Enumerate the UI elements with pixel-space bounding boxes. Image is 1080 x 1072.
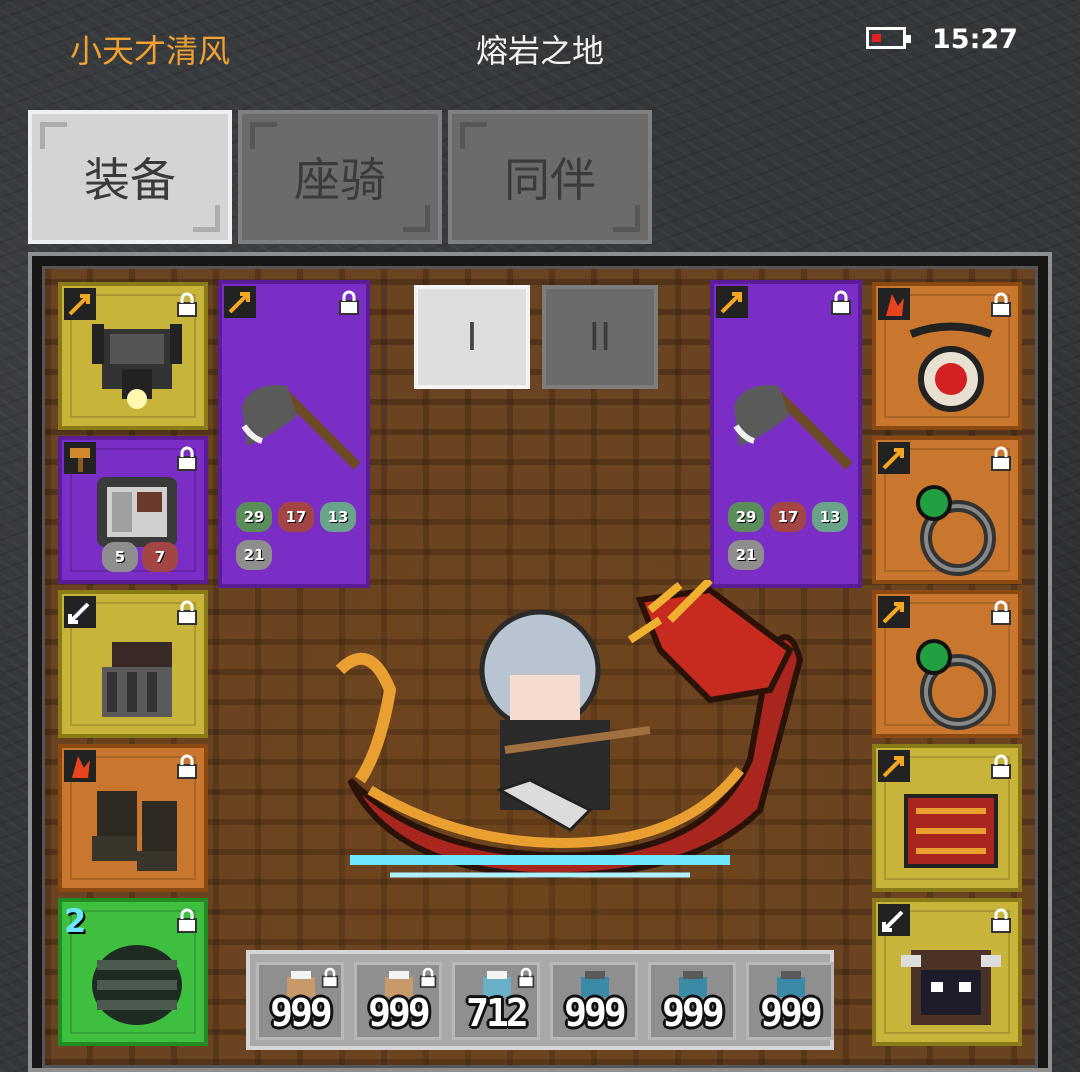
gem-badge: 17 <box>770 502 806 532</box>
cape-icon <box>904 794 998 868</box>
tab-mount[interactable]: 座骑 <box>238 110 442 244</box>
gem-badge: 21 <box>728 540 764 570</box>
gem-badge: 13 <box>812 502 848 532</box>
upgrade-arrow-icon <box>224 286 256 318</box>
slot-pet[interactable] <box>872 898 1022 1046</box>
tab-companion[interactable]: 同伴 <box>448 110 652 244</box>
slot-ring-1[interactable] <box>872 436 1022 584</box>
lock-icon <box>321 967 339 988</box>
consumable-slot[interactable]: 999 <box>746 962 834 1040</box>
ring-icon <box>916 639 996 730</box>
belt-icon <box>92 945 182 1025</box>
gem-badge: 13 <box>320 502 356 532</box>
page-label: II <box>588 315 612 359</box>
consumable-quantity: 999 <box>368 991 431 1035</box>
map-name: 熔岩之地 <box>475 32 604 70</box>
clock: 15:27 <box>932 24 1018 55</box>
slot-ring-2[interactable] <box>872 590 1022 738</box>
page-label: I <box>466 315 478 359</box>
consumable-slot[interactable]: 999 <box>550 962 638 1040</box>
consumable-slot[interactable]: 999 <box>354 962 442 1040</box>
gem-badge: 17 <box>278 502 314 532</box>
tab-label: 同伴 <box>504 153 596 207</box>
status-bar: 小天才清风 熔岩之地 15:27 <box>0 0 1080 95</box>
consumable-slot[interactable]: 999 <box>648 962 736 1040</box>
consumable-quantity: 999 <box>270 991 333 1035</box>
tab-equipment[interactable]: 装备 <box>28 110 232 244</box>
helmet-icon <box>92 324 182 409</box>
slot-boots[interactable] <box>58 744 208 892</box>
slot-gloves[interactable] <box>58 590 208 738</box>
weapon-page-2-button[interactable]: II <box>542 285 658 389</box>
battery-icon <box>866 27 911 49</box>
consumable-quantity: 999 <box>564 991 627 1035</box>
axe-icon <box>241 385 361 470</box>
consumable-quantity: 999 <box>662 991 725 1035</box>
boots-icon <box>92 791 177 871</box>
gem-badge: 7 <box>142 542 178 572</box>
slot-cape[interactable] <box>872 744 1022 892</box>
slot-amulet[interactable] <box>872 282 1022 430</box>
tab-label: 座骑 <box>294 153 386 207</box>
consumable-quantity: 712 <box>466 991 529 1035</box>
ring-icon <box>916 485 996 576</box>
consumable-slot[interactable]: 712 <box>452 962 540 1040</box>
weapon-page-1-button[interactable]: I <box>414 285 530 389</box>
consumable-slot[interactable]: 999 <box>256 962 344 1040</box>
lock-icon <box>517 967 535 988</box>
lock-icon <box>419 967 437 988</box>
gem-badge: 29 <box>236 502 272 532</box>
axe-icon <box>733 385 853 470</box>
gem-badge: 5 <box>102 542 138 572</box>
gem-badge: 29 <box>728 502 764 532</box>
gem-badge: 21 <box>236 540 272 570</box>
slot-main-weapon[interactable]: 29 17 13 21 <box>218 280 370 588</box>
slot-belt[interactable]: 2 <box>58 898 208 1046</box>
lock-icon <box>338 290 360 316</box>
slot-off-weapon[interactable]: 29 17 13 21 <box>710 280 862 588</box>
tab-label: 装备 <box>84 153 176 207</box>
slot-helmet[interactable] <box>58 282 208 430</box>
pet-icon <box>901 950 1001 1025</box>
consumable-quantity: 999 <box>760 991 823 1035</box>
gauntlet-icon <box>102 642 172 717</box>
hero-on-dragon-boat <box>335 580 804 879</box>
slot-armor[interactable]: 5 7 <box>58 436 208 584</box>
upgrade-arrow-icon <box>716 286 748 318</box>
lock-icon <box>830 290 852 316</box>
consumable-bar: 999 999 712 999 999 999 <box>246 950 834 1050</box>
amulet-icon <box>909 322 993 412</box>
